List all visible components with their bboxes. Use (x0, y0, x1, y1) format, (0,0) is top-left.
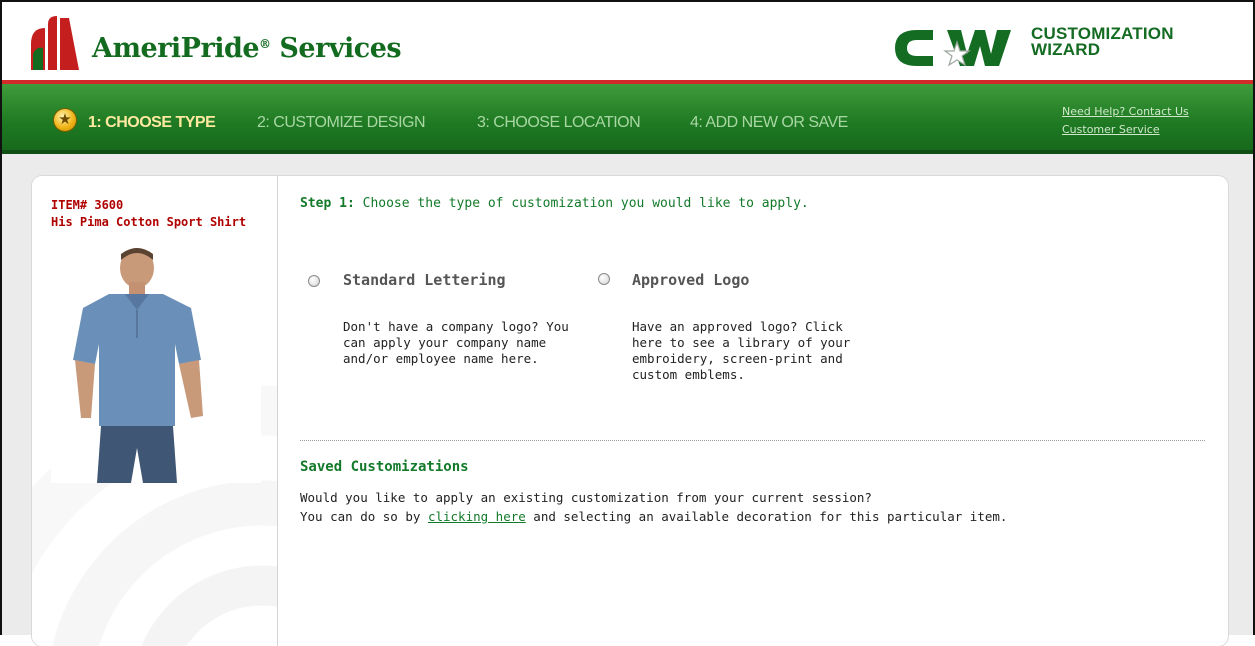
nav-step-4[interactable]: 4: ADD NEW OR SAVE (690, 114, 848, 132)
brand-name: AmeriPride® Services (92, 33, 402, 64)
saved-customizations-text: Would you like to apply an existing cust… (300, 488, 1007, 526)
saved-customizations-title: Saved Customizations (300, 459, 469, 475)
help-links: Need Help? Contact Us Customer Service (1062, 103, 1189, 139)
step-instruction: Step 1: Choose the type of customization… (300, 196, 809, 211)
cw-star-logo (895, 30, 1011, 67)
saved-line-1: Would you like to apply an existing cust… (300, 490, 872, 505)
standard-lettering-radio[interactable] (308, 275, 320, 287)
approved-logo-description: Have an approved logo? Click here to see… (632, 319, 851, 382)
standard-lettering-title[interactable]: Standard Lettering (343, 271, 506, 289)
ameripride-logo-icon (31, 16, 79, 70)
clicking-here-link[interactable]: clicking here (428, 509, 526, 524)
saved-line-2: You can do so by clicking here and selec… (300, 507, 1007, 526)
registered-mark: ® (259, 37, 271, 51)
brand-suffix: Services (270, 33, 402, 64)
need-help-link[interactable]: Need Help? Contact Us (1062, 103, 1189, 121)
section-divider (300, 440, 1205, 441)
customer-service-link[interactable]: Customer Service (1062, 121, 1189, 139)
header: AmeriPride® Services CUSTOMIZATION WIZAR… (2, 2, 1253, 82)
approved-logo-title[interactable]: Approved Logo (632, 271, 749, 289)
customization-wizard-title: CUSTOMIZATION WIZARD (1031, 25, 1174, 59)
main-panel: ITEM# 3600 His Pima Cotton Sport Shirt S… (32, 176, 1228, 646)
brand-name-text: AmeriPride (92, 33, 260, 64)
cw-title-line2: WIZARD (1031, 40, 1101, 59)
item-number: ITEM# 3600 (51, 198, 124, 212)
saved-line-2-after: and selecting an available decoration fo… (525, 509, 1008, 524)
item-name: His Pima Cotton Sport Shirt (51, 215, 247, 229)
step-text: Choose the type of customization you wou… (354, 196, 809, 211)
standard-lettering-description: Don't have a company logo? You can apply… (343, 319, 569, 366)
approved-logo-radio[interactable] (598, 273, 610, 285)
product-sidebar: ITEM# 3600 His Pima Cotton Sport Shirt (32, 176, 278, 646)
nav-step-3[interactable]: 3: CHOOSE LOCATION (477, 114, 641, 132)
nav-step-2[interactable]: 2: CUSTOMIZE DESIGN (257, 114, 426, 132)
nav-step-1[interactable]: 1: CHOOSE TYPE (88, 114, 216, 132)
star-icon: ★ (54, 109, 76, 131)
polo-shirt-model-image (51, 248, 261, 483)
step-prefix: Step 1: (300, 196, 355, 211)
saved-line-2-before: You can do so by (300, 509, 428, 524)
